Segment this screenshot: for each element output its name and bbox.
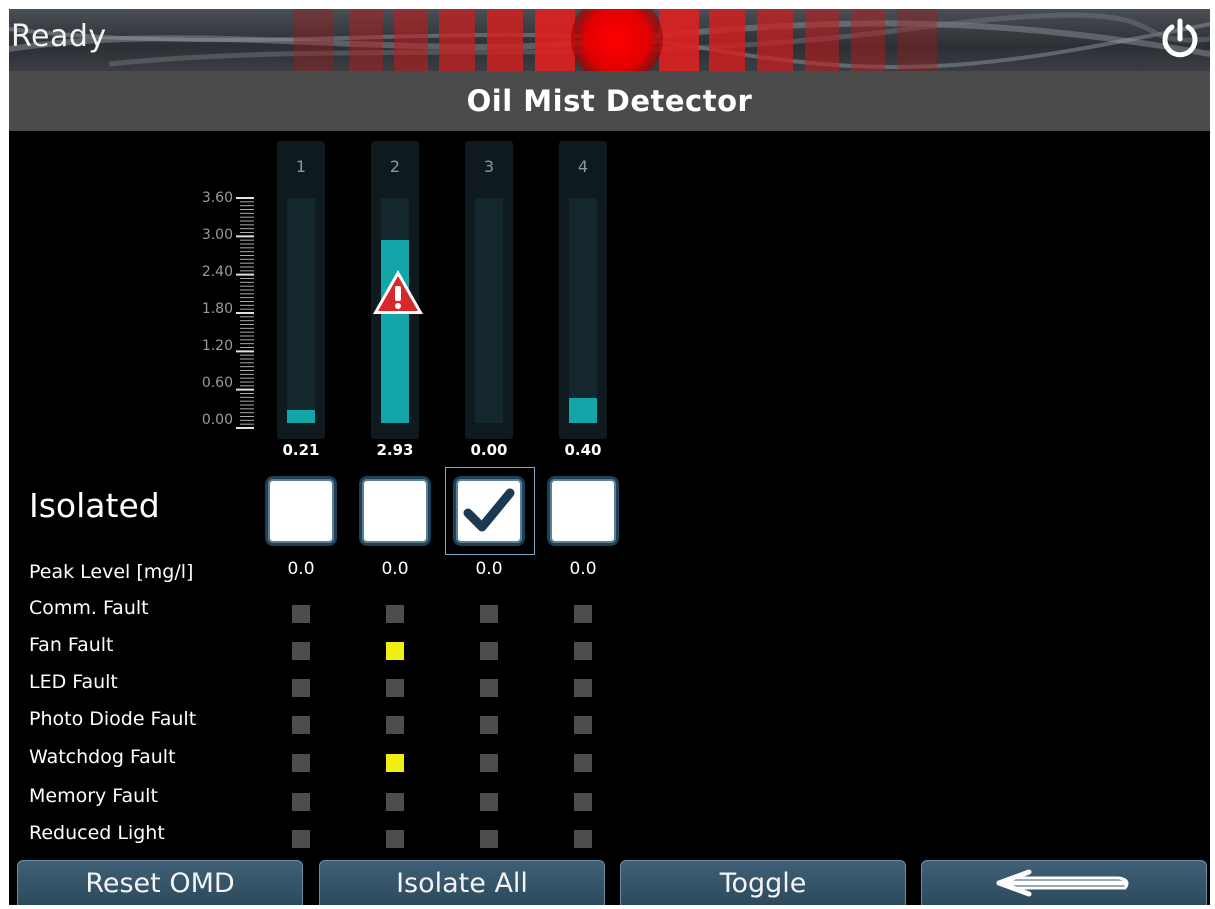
channel-column-3: 3 bbox=[465, 141, 513, 439]
fault-indicator-photo-diode bbox=[292, 716, 310, 734]
fault-indicator-fan bbox=[480, 642, 498, 660]
warning-icon bbox=[373, 270, 423, 314]
level-bar-fill bbox=[569, 398, 597, 423]
fault-indicator-fan bbox=[574, 642, 592, 660]
comm-fault-label: Comm. Fault bbox=[29, 597, 149, 619]
memory-fault-label: Memory Fault bbox=[29, 785, 158, 807]
peak-value: 0.0 bbox=[287, 559, 315, 579]
fault-indicator-fan bbox=[292, 642, 310, 660]
fault-indicator-reduced-light bbox=[480, 830, 498, 848]
channel-value: 0.40 bbox=[564, 441, 602, 459]
reduced-light-label: Reduced Light bbox=[29, 822, 165, 844]
level-bar-fill bbox=[287, 409, 315, 423]
fault-indicator-led bbox=[292, 679, 310, 697]
header-decoration bbox=[9, 9, 1210, 71]
channel-value: 0.00 bbox=[470, 441, 508, 459]
scale-label: 0.60 bbox=[201, 375, 233, 391]
omd-screen: Ready Oil Mist Detector 3.60 3.00 2.40 1… bbox=[9, 9, 1210, 905]
scale-label: 0.00 bbox=[201, 412, 233, 428]
isolate-checkbox-4[interactable] bbox=[547, 476, 619, 546]
back-button[interactable] bbox=[921, 860, 1207, 905]
status-text: Ready bbox=[11, 19, 107, 54]
level-bar-track bbox=[287, 198, 315, 423]
level-bar-track bbox=[475, 198, 503, 423]
channel-value: 2.93 bbox=[376, 441, 414, 459]
scale-label: 3.00 bbox=[201, 227, 233, 243]
channel-column-4: 4 bbox=[559, 141, 607, 439]
fault-indicator-comm bbox=[480, 605, 498, 623]
photo-diode-fault-label: Photo Diode Fault bbox=[29, 708, 197, 730]
channel-number: 4 bbox=[577, 157, 589, 176]
peak-value: 0.0 bbox=[381, 559, 409, 579]
fault-indicator-fan bbox=[386, 642, 404, 660]
isolate-all-button[interactable]: Isolate All bbox=[319, 860, 605, 905]
back-arrow-icon bbox=[996, 869, 1129, 897]
check-icon bbox=[463, 488, 515, 532]
isolated-label: Isolated bbox=[29, 486, 160, 525]
fault-indicator-led bbox=[480, 679, 498, 697]
fault-indicator-watchdog bbox=[292, 754, 310, 772]
toggle-button[interactable]: Toggle bbox=[620, 860, 906, 905]
channel-value: 0.21 bbox=[282, 441, 320, 459]
fault-indicator-memory bbox=[292, 793, 310, 811]
channel-column-1: 1 bbox=[277, 141, 325, 439]
fault-indicator-reduced-light bbox=[292, 830, 310, 848]
peak-level-label: Peak Level [mg/l] bbox=[29, 561, 194, 583]
title-bar: Oil Mist Detector bbox=[9, 71, 1210, 131]
scale-label: 2.40 bbox=[201, 264, 233, 280]
fault-indicator-memory bbox=[480, 793, 498, 811]
page-title: Oil Mist Detector bbox=[466, 84, 753, 118]
scale-label: 1.20 bbox=[201, 338, 233, 354]
fault-indicator-comm bbox=[574, 605, 592, 623]
fault-indicator-reduced-light bbox=[386, 830, 404, 848]
status-bar: Ready bbox=[9, 9, 1210, 71]
watchdog-fault-label: Watchdog Fault bbox=[29, 746, 176, 768]
fault-indicator-memory bbox=[386, 793, 404, 811]
isolate-checkbox-2[interactable] bbox=[359, 476, 431, 546]
isolate-checkbox-3[interactable] bbox=[453, 476, 525, 546]
led-fault-label: LED Fault bbox=[29, 671, 118, 693]
scale-ticks bbox=[236, 197, 254, 429]
peak-value: 0.0 bbox=[569, 559, 597, 579]
channel-number: 3 bbox=[483, 157, 495, 176]
fault-indicator-photo-diode bbox=[480, 716, 498, 734]
fault-indicator-led bbox=[386, 679, 404, 697]
power-icon[interactable] bbox=[1158, 17, 1202, 61]
channel-number: 2 bbox=[389, 157, 401, 176]
fault-indicator-comm bbox=[292, 605, 310, 623]
fault-indicator-watchdog bbox=[386, 754, 404, 772]
fault-indicator-watchdog bbox=[480, 754, 498, 772]
fault-indicator-reduced-light bbox=[574, 830, 592, 848]
isolate-checkbox-1[interactable] bbox=[265, 476, 337, 546]
fault-indicator-led bbox=[574, 679, 592, 697]
scale-label: 3.60 bbox=[201, 190, 233, 206]
fault-indicator-comm bbox=[386, 605, 404, 623]
scale-label: 1.80 bbox=[201, 301, 233, 317]
fault-indicator-photo-diode bbox=[386, 716, 404, 734]
reset-omd-button[interactable]: Reset OMD bbox=[17, 860, 303, 905]
channel-number: 1 bbox=[295, 157, 307, 176]
fault-indicator-watchdog bbox=[574, 754, 592, 772]
fan-fault-label: Fan Fault bbox=[29, 634, 114, 656]
fault-indicator-photo-diode bbox=[574, 716, 592, 734]
peak-value: 0.0 bbox=[475, 559, 503, 579]
fault-indicator-memory bbox=[574, 793, 592, 811]
level-bar-track bbox=[569, 198, 597, 423]
